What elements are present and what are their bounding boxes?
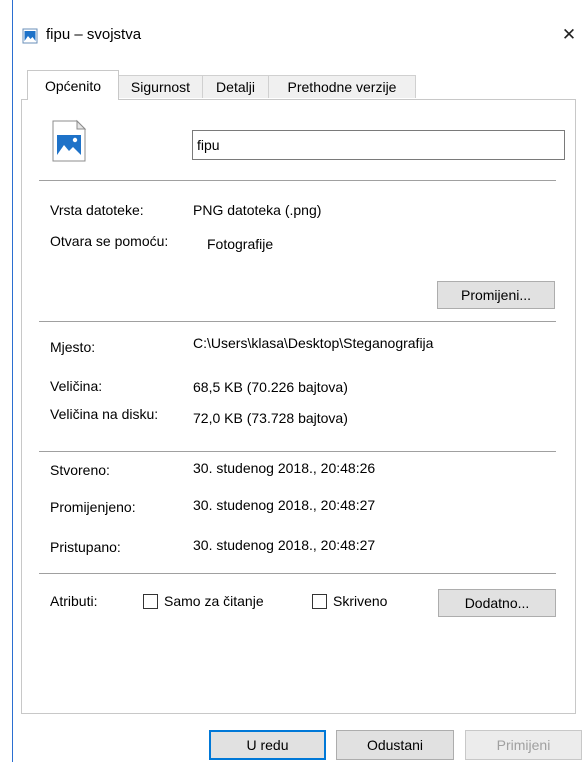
size-on-disk-label: Veličina na disku: — [50, 406, 159, 422]
tab-previous-versions[interactable]: Prethodne verzije — [268, 75, 416, 98]
tab-details[interactable]: Detalji — [202, 75, 269, 98]
modified-value: 30. studenog 2018., 20:48:27 — [193, 497, 376, 513]
ok-button[interactable]: U redu — [209, 730, 326, 760]
created-label: Stvoreno: — [50, 462, 110, 478]
tab-label: Općenito — [44, 77, 102, 94]
readonly-checkbox[interactable] — [143, 594, 158, 609]
tab-label: Sigurnost — [130, 79, 191, 95]
tab-label: Detalji — [216, 79, 255, 95]
cancel-button[interactable]: Odustani — [336, 730, 454, 760]
button-label: Primijeni — [496, 737, 551, 753]
divider — [39, 180, 556, 181]
tab-general[interactable]: Općenito — [27, 70, 119, 100]
button-label: Odustani — [366, 737, 424, 753]
image-file-icon — [50, 118, 88, 164]
accessed-value: 30. studenog 2018., 20:48:27 — [193, 537, 376, 553]
attributes-label: Atributi: — [50, 593, 98, 609]
size-label: Veličina: — [50, 378, 103, 394]
tab-label: Prethodne verzije — [287, 79, 397, 95]
tab-security[interactable]: Sigurnost — [118, 75, 203, 98]
button-label: Dodatno... — [464, 595, 530, 611]
opens-with-value: Fotografije — [207, 236, 274, 252]
advanced-button[interactable]: Dodatno... — [438, 589, 556, 617]
divider — [39, 321, 556, 322]
file-type-value: PNG datoteka (.png) — [193, 202, 322, 218]
change-app-button[interactable]: Promijeni... — [437, 281, 555, 309]
divider — [39, 451, 556, 452]
button-label: Promijeni... — [460, 287, 532, 303]
properties-window: fipu – svojstva ✕ Općenito Sigurnost Det… — [0, 0, 587, 762]
button-label: U redu — [246, 737, 289, 753]
location-value: C:\Users\klasa\Desktop\Steganografija — [193, 335, 434, 351]
modified-label: Promijenjeno: — [50, 499, 136, 515]
divider — [39, 573, 556, 574]
size-on-disk-value: 72,0 KB (73.728 bajtova) — [193, 410, 348, 426]
hidden-checkbox[interactable] — [312, 594, 327, 609]
close-icon: ✕ — [561, 25, 577, 44]
file-name-input[interactable] — [192, 130, 565, 160]
apply-button[interactable]: Primijeni — [465, 730, 582, 760]
window-border-accent — [12, 0, 13, 762]
image-file-icon — [22, 28, 38, 44]
created-value: 30. studenog 2018., 20:48:26 — [193, 460, 376, 476]
accessed-label: Pristupano: — [50, 539, 121, 555]
hidden-label[interactable]: Skriveno — [333, 593, 387, 609]
opens-with-label: Otvara se pomoću: — [50, 233, 169, 249]
close-button[interactable]: ✕ — [556, 22, 582, 48]
window-title: fipu – svojstva — [46, 26, 142, 43]
file-type-label: Vrsta datoteke: — [50, 202, 144, 218]
size-value: 68,5 KB (70.226 bajtova) — [193, 379, 348, 395]
readonly-label[interactable]: Samo za čitanje — [164, 593, 264, 609]
location-label: Mjesto: — [50, 339, 96, 355]
